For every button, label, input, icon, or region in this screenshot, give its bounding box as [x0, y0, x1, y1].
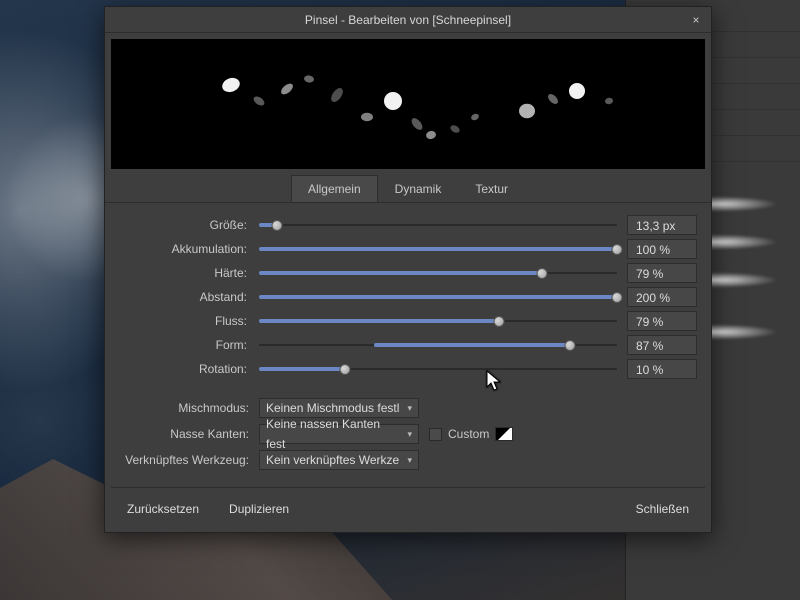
slider-thumb[interactable]: [612, 244, 623, 255]
brush-dot: [519, 104, 535, 118]
slider-row: Rotation: 10 %: [119, 357, 697, 381]
dialog-tabs: Allgemein Dynamik Textur: [105, 175, 711, 203]
brush-stroke-preview-area: [111, 39, 705, 169]
brush-dot: [220, 76, 242, 95]
brush-dot: [329, 86, 345, 104]
slider-thumb[interactable]: [339, 364, 350, 375]
slider-row: Abstand: 200 %: [119, 285, 697, 309]
custom-checkbox[interactable]: [429, 428, 442, 441]
tab-dynamics[interactable]: Dynamik: [378, 175, 459, 202]
chevron-down-icon: ▾: [407, 398, 412, 418]
slider-thumb[interactable]: [612, 292, 623, 303]
brush-dot: [303, 75, 314, 84]
custom-label: Custom: [448, 427, 489, 441]
brush-dot: [605, 97, 614, 105]
close-button[interactable]: Schließen: [628, 498, 697, 520]
slider-thumb[interactable]: [565, 340, 576, 351]
slider-label: Rotation:: [119, 362, 249, 376]
wet-edges-select[interactable]: Keine nassen Kanten fest ▾: [259, 424, 419, 444]
slider-value[interactable]: 100 %: [627, 239, 697, 259]
slider-track[interactable]: [259, 290, 617, 304]
slider-row: Form: 87 %: [119, 333, 697, 357]
slider-label: Fluss:: [119, 314, 249, 328]
slider-value[interactable]: 79 %: [627, 311, 697, 331]
brush-dot: [546, 92, 560, 106]
slider-label: Form:: [119, 338, 249, 352]
gradient-swatch[interactable]: [495, 427, 513, 441]
slider-label: Abstand:: [119, 290, 249, 304]
slider-track[interactable]: [259, 266, 617, 280]
slider-track[interactable]: [259, 242, 617, 256]
slider-row: Akkumulation: 100 %: [119, 237, 697, 261]
slider-value[interactable]: 79 %: [627, 263, 697, 283]
brush-dot: [384, 92, 402, 110]
chevron-down-icon: ▾: [407, 450, 412, 470]
slider-track[interactable]: [259, 338, 617, 352]
slider-thumb[interactable]: [536, 268, 547, 279]
slider-value[interactable]: 13,3 px: [627, 215, 697, 235]
slider-row: Größe: 13,3 px: [119, 213, 697, 237]
slider-thumb[interactable]: [271, 220, 282, 231]
slider-label: Größe:: [119, 218, 249, 232]
brush-dot: [449, 124, 461, 135]
brush-dot: [279, 82, 295, 97]
brush-edit-dialog: Pinsel - Bearbeiten von [Schneepinsel] ×…: [104, 6, 712, 533]
slider-track[interactable]: [259, 218, 617, 232]
slider-label: Härte:: [119, 266, 249, 280]
close-icon[interactable]: ×: [687, 11, 705, 29]
slider-label: Akkumulation:: [119, 242, 249, 256]
reset-button[interactable]: Zurücksetzen: [119, 498, 207, 520]
brush-dot: [410, 116, 425, 132]
linked-tool-select[interactable]: Kein verknüpftes Werkze ▾: [259, 450, 419, 470]
tab-texture[interactable]: Textur: [458, 175, 525, 202]
brush-dot: [425, 130, 437, 140]
tab-general[interactable]: Allgemein: [291, 175, 378, 202]
slider-group: Größe: 13,3 px Akkumulation: 100 % Härte: 79 …: [105, 203, 711, 387]
wet-edges-label: Nasse Kanten:: [119, 427, 249, 441]
dropdown-group: Mischmodus: Keinen Mischmodus festl ▾ Na…: [105, 387, 711, 477]
linked-tool-label: Verknüpftes Werkzeug:: [119, 453, 249, 467]
duplicate-button[interactable]: Duplizieren: [221, 498, 297, 520]
chevron-down-icon: ▾: [407, 424, 412, 444]
brush-dot: [569, 83, 585, 99]
slider-row: Härte: 79 %: [119, 261, 697, 285]
slider-thumb[interactable]: [493, 316, 504, 327]
slider-row: Fluss: 79 %: [119, 309, 697, 333]
dialog-footer: Zurücksetzen Duplizieren Schließen: [105, 488, 711, 532]
slider-value[interactable]: 10 %: [627, 359, 697, 379]
slider-value[interactable]: 200 %: [627, 287, 697, 307]
dialog-title: Pinsel - Bearbeiten von [Schneepinsel]: [305, 13, 511, 27]
slider-track[interactable]: [259, 362, 617, 376]
brush-dot: [470, 113, 480, 122]
brush-dot: [252, 95, 266, 108]
brush-dot: [361, 113, 373, 121]
blend-mode-label: Mischmodus:: [119, 401, 249, 415]
slider-value[interactable]: 87 %: [627, 335, 697, 355]
slider-track[interactable]: [259, 314, 617, 328]
dialog-titlebar[interactable]: Pinsel - Bearbeiten von [Schneepinsel] ×: [105, 7, 711, 33]
